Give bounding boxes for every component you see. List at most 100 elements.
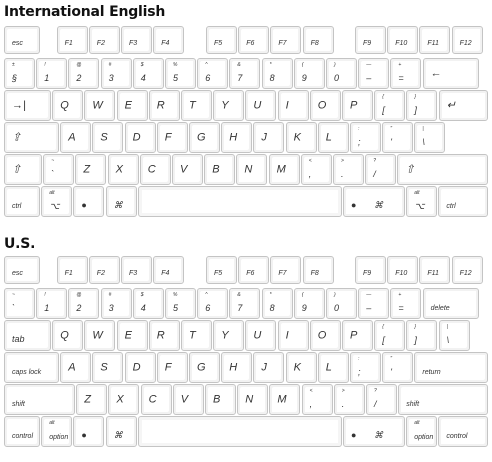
key-main-label: F (164, 361, 172, 373)
key-upper-label: ( (301, 62, 304, 68)
key-upper-label: * (269, 62, 272, 68)
key-main-label: P (350, 329, 358, 341)
key-lower-label: F8 (310, 40, 319, 47)
key-v: V (172, 384, 204, 415)
key-f5: F5 (206, 256, 237, 284)
key-upper-label: ~ (12, 292, 15, 298)
key-main-label: X (115, 163, 123, 175)
key-lower-label: F11 (427, 270, 439, 277)
key-u: U (245, 320, 277, 351)
key-main-label: U (253, 99, 262, 111)
key-main-label: C (148, 393, 157, 405)
key-l: L (317, 122, 349, 153)
key-i: I (277, 90, 309, 121)
key-key: {[ (374, 90, 406, 121)
key-3: #3 (100, 288, 132, 319)
apple-icon: ● (351, 430, 357, 440)
key-main-label: ⇧ (405, 163, 415, 175)
key-h: H (221, 352, 253, 383)
key-d: D (124, 352, 156, 383)
key-upper-label: < (308, 158, 312, 164)
key-lower-label: F5 (214, 40, 223, 47)
section-title: U.S. (4, 236, 36, 252)
key-main-label: U (253, 329, 262, 341)
key-main-label: J (261, 361, 267, 373)
key-main-label: Q (60, 329, 69, 341)
key-main-label: L (325, 131, 332, 143)
key-key: " ' (382, 352, 414, 383)
key-delete: delete (422, 288, 479, 319)
key-lower-label: 6 (205, 303, 211, 313)
key-key: alt ⌥ (41, 186, 73, 217)
key-return: return (414, 352, 488, 383)
key-p: P (342, 90, 373, 121)
key-key: " ' (382, 122, 414, 153)
key-lower-label: tab (12, 334, 25, 344)
key-0: ) 0 (326, 288, 357, 319)
key-lower-label: delete (430, 305, 450, 312)
key-f9: F9 (355, 26, 386, 54)
key-upper-label: ? (374, 388, 377, 394)
section-title: International English (4, 4, 166, 20)
key-main-label: ⇪ (12, 131, 22, 143)
key-upper-label: % (173, 62, 178, 68)
key-i: I (277, 320, 309, 351)
key-f8: F8 (302, 26, 334, 54)
key-key: + = (390, 58, 422, 89)
key-option: alt option (41, 416, 73, 447)
key-space (137, 416, 342, 447)
key-f6: F6 (238, 256, 270, 284)
key-lower-label: F7 (278, 40, 287, 47)
key-lower-label: 9 (301, 303, 307, 313)
key-lower-label: 8 (269, 73, 275, 83)
key-esc: esc (4, 256, 40, 284)
key-lower-label: – (366, 73, 372, 83)
key-key: ● ⌘ (343, 416, 405, 447)
key-main-label: R (156, 99, 165, 111)
key-e: E (116, 90, 148, 121)
key-main-label: Y (221, 99, 229, 111)
key-lower-label: 5 (173, 303, 179, 313)
key-lower-label: 0 (334, 303, 340, 313)
key-upper-label: $ (140, 292, 144, 298)
key-lower-label: F4 (161, 270, 170, 277)
key-key: :; (350, 122, 381, 153)
key-upper-label: | (422, 126, 424, 132)
key-lower-label: esc (12, 270, 23, 277)
key-lower-label: ' (390, 137, 392, 147)
key-key: ? / (366, 384, 397, 415)
key-lower-label: F9 (363, 270, 372, 277)
key-main-label: ↵ (446, 99, 456, 111)
key-lower-label: F10 (395, 270, 408, 277)
key-right-shift: ⇧ (397, 154, 488, 185)
key-main-label: A (68, 361, 76, 373)
key-key: {[ (374, 320, 406, 351)
key-lower-label: F2 (96, 270, 105, 277)
key-lower-label: \ (422, 137, 425, 147)
key-9: (9 (293, 288, 325, 319)
key-lower-label: 5 (173, 73, 179, 83)
key-upper-label: : (358, 126, 360, 132)
key-main-label: ← (430, 67, 442, 79)
key-main-label: V (180, 393, 189, 405)
key-lower-label: [ (382, 105, 385, 115)
key-lower-label: shift (406, 401, 420, 408)
key-lower-label: ] (414, 105, 417, 115)
key-lower-label: – (366, 303, 372, 313)
key-control: control (438, 416, 488, 447)
key-main-label: J (261, 131, 267, 143)
key-lower-label: F4 (161, 40, 170, 47)
key-h: H (221, 122, 253, 153)
key-left-shift: ⇧ (4, 154, 42, 185)
key-f3: F3 (121, 26, 152, 54)
key-lower-label: . (341, 399, 345, 409)
key-main-label: I (285, 329, 289, 341)
key-lower-label: ; (358, 367, 361, 377)
key-k: K (285, 352, 317, 383)
apple-icon: ● (81, 200, 87, 210)
key-lower-label: F12 (459, 270, 472, 277)
key-key: <, (300, 154, 332, 185)
key-f2: F2 (88, 256, 120, 284)
key-u: U (245, 90, 277, 121)
key-key: >. (333, 154, 364, 185)
